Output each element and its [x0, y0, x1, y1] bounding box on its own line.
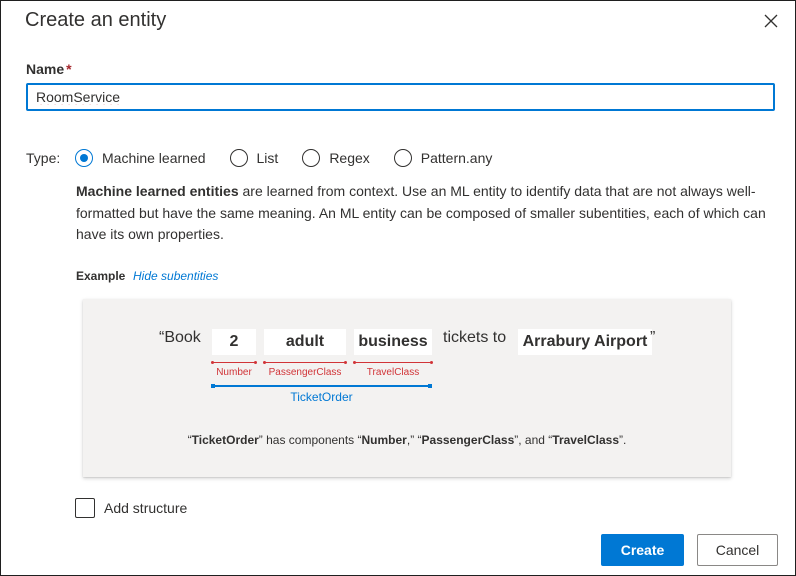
dialog-title: Create an entity — [25, 9, 167, 31]
close-button[interactable] — [761, 11, 781, 31]
radio-list[interactable]: List — [229, 149, 279, 167]
add-structure-label: Add structure — [104, 500, 188, 516]
example-caption: “TicketOrder” has components “Number,” “… — [83, 433, 731, 447]
radio-regex[interactable]: Regex — [302, 149, 370, 167]
token-destination: Arrabury Airport — [518, 329, 652, 355]
entity-line-passenger-class — [263, 361, 347, 364]
radio-machine-learned[interactable]: Machine learned — [75, 149, 206, 167]
caption-component: Number — [361, 433, 407, 447]
name-label-text: Name — [26, 61, 65, 77]
entity-label-passenger-class: PassengerClass — [268, 367, 342, 378]
radio-circle — [393, 149, 412, 167]
radio-label: Machine learned — [102, 150, 206, 166]
radio-circle — [75, 149, 93, 167]
name-input[interactable] — [26, 83, 775, 111]
entity-label-travel-class: TravelClass — [366, 367, 420, 378]
parent-entity-line — [211, 384, 432, 388]
caption-text: ”. — [619, 433, 627, 447]
caption-component: TravelClass — [552, 433, 619, 447]
name-label: Name * — [26, 61, 72, 77]
radio-label: Pattern.any — [420, 150, 493, 166]
token-passenger-class: adult — [264, 329, 346, 355]
radio-circle — [229, 149, 248, 167]
parent-entity-label: TicketOrder — [290, 390, 353, 404]
entity-label-number: Number — [216, 367, 252, 378]
description-lead: Machine learned entities — [76, 183, 239, 199]
hide-subentities-link[interactable]: Hide subentities — [133, 269, 218, 283]
example-card: “Book 2 adult business tickets to Arrabu… — [83, 299, 731, 477]
radio-label: List — [256, 150, 279, 166]
caption-parent: TicketOrder — [191, 433, 259, 447]
required-marker: * — [66, 61, 72, 77]
cancel-button[interactable]: Cancel — [697, 534, 778, 566]
example-label: Example — [76, 269, 126, 283]
token-travel-class: business — [354, 329, 432, 355]
utterance-middle: tickets to — [443, 329, 507, 346]
radio-pattern-any[interactable]: Pattern.any — [393, 149, 493, 167]
type-label: Type: — [26, 150, 61, 166]
token-number: 2 — [212, 329, 256, 355]
type-radio-group: Machine learned List Regex Pattern.any — [75, 147, 516, 169]
caption-text: ”, and “ — [514, 433, 553, 447]
caption-text: ” has components “ — [258, 433, 362, 447]
entity-line-travel-class — [353, 361, 433, 364]
close-icon — [764, 14, 778, 28]
entity-line-number — [211, 361, 257, 364]
radio-label: Regex — [329, 150, 370, 166]
checkbox-box — [75, 498, 95, 518]
type-description: Machine learned entities are learned fro… — [76, 181, 776, 246]
caption-component: PassengerClass — [421, 433, 515, 447]
utterance-close: ” — [650, 329, 656, 346]
create-entity-dialog: Create an entity Name* Type: Machine lea… — [0, 0, 796, 576]
add-structure-checkbox[interactable]: Add structure — [75, 498, 187, 518]
radio-circle — [302, 149, 321, 167]
caption-text: ,” “ — [406, 433, 422, 447]
create-button[interactable]: Create — [601, 534, 684, 566]
utterance-open: “Book — [159, 329, 201, 346]
